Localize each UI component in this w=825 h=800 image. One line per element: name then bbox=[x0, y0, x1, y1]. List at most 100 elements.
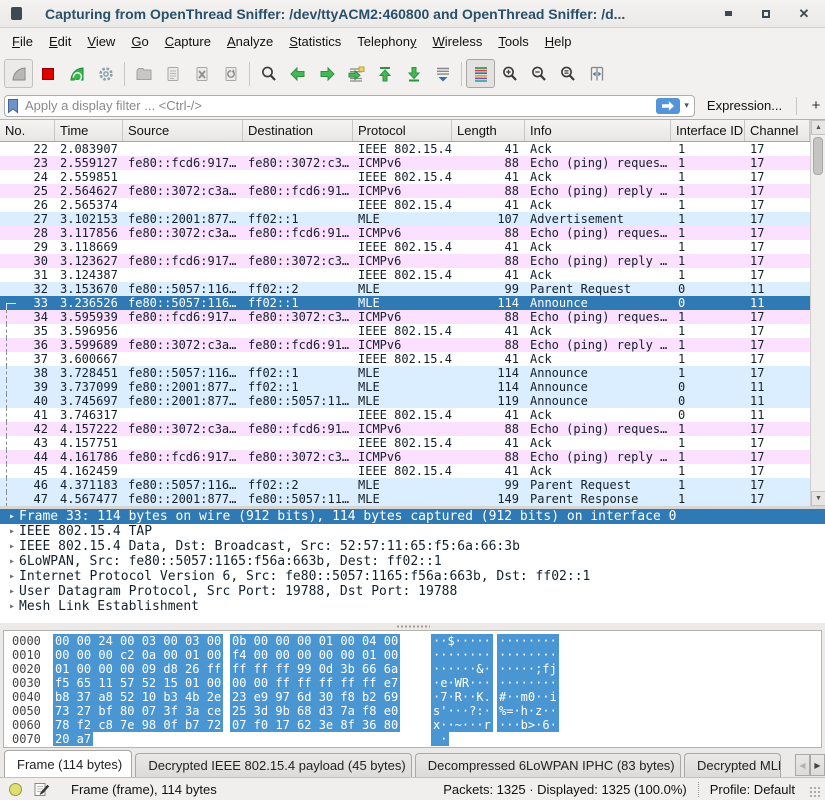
status-profile[interactable]: Profile: Default bbox=[710, 782, 795, 797]
close-button[interactable]: ✕ bbox=[797, 7, 811, 21]
tab-scroll-left-button[interactable]: ◀ bbox=[795, 754, 810, 776]
packet-row-41[interactable]: 413.746317IEEE 802.15.441Ack011 bbox=[0, 408, 825, 422]
packet-row-43[interactable]: 434.157751IEEE 802.15.441Ack117 bbox=[0, 436, 825, 450]
expander-triangle-icon[interactable]: ▸ bbox=[5, 554, 19, 569]
menu-tools[interactable]: Tools bbox=[490, 30, 536, 53]
packet-row-38[interactable]: 383.728451fe80::5057:116…ff02::1MLE114An… bbox=[0, 366, 825, 380]
hex-row-0000[interactable]: 000000 00 24 00 03 00 03 000b 00 00 00 0… bbox=[4, 634, 821, 648]
packet-row-47[interactable]: 474.567477fe80::2001:877…fe80::5057:11…M… bbox=[0, 492, 825, 506]
resize-grip[interactable] bbox=[809, 786, 822, 799]
expander-triangle-icon[interactable]: ▸ bbox=[5, 524, 19, 539]
detail-row-4[interactable]: ▸Internet Protocol Version 6, Src: fe80:… bbox=[0, 569, 825, 584]
go-back-button[interactable] bbox=[283, 59, 312, 88]
packet-row-44[interactable]: 444.161786fe80::fcd6:917…fe80::3072:c3…I… bbox=[0, 450, 825, 464]
column-header-protocol[interactable]: Protocol bbox=[353, 120, 452, 141]
menu-help[interactable]: Help bbox=[537, 30, 580, 53]
packet-row-28[interactable]: 283.117856fe80::3072:c3a…fe80::fcd6:91…I… bbox=[0, 226, 825, 240]
column-header-length[interactable]: Length bbox=[452, 120, 525, 141]
hex-row-0070[interactable]: 007020 a7 · bbox=[4, 732, 821, 746]
packet-list-scrollbar[interactable]: ▲ ▼ bbox=[810, 120, 825, 506]
menu-file[interactable]: File bbox=[4, 30, 41, 53]
zoom-reset-button[interactable] bbox=[553, 59, 582, 88]
bookmark-icon[interactable] bbox=[5, 97, 21, 115]
packet-row-26[interactable]: 262.565374IEEE 802.15.441Ack117 bbox=[0, 198, 825, 212]
add-filter-button[interactable]: + bbox=[807, 97, 825, 114]
go-first-button[interactable] bbox=[370, 59, 399, 88]
zoom-out-button[interactable] bbox=[524, 59, 553, 88]
zoom-in-button[interactable] bbox=[495, 59, 524, 88]
byte-view-tab-3[interactable]: Decrypted MLE bbox=[684, 753, 781, 777]
hex-row-0050[interactable]: 005073 27 bf 80 07 3f 3a ce25 3d 9b 68 d… bbox=[4, 704, 821, 718]
menu-analyze[interactable]: Analyze bbox=[219, 30, 281, 53]
detail-row-0[interactable]: ▸Frame 33: 114 bytes on wire (912 bits),… bbox=[0, 509, 825, 524]
comment-edit-icon[interactable] bbox=[34, 782, 49, 797]
packet-row-39[interactable]: 393.737099fe80::2001:877…ff02::1MLE114An… bbox=[0, 380, 825, 394]
minimize-button[interactable] bbox=[721, 7, 735, 21]
packet-row-27[interactable]: 273.102153fe80::2001:877…ff02::1MLE107Ad… bbox=[0, 212, 825, 226]
expression-button[interactable]: Expression... bbox=[707, 98, 782, 113]
scrollbar-down-arrow[interactable]: ▼ bbox=[811, 491, 825, 506]
packet-row-32[interactable]: 323.153670fe80::5057:116…ff02::2MLE99Par… bbox=[0, 282, 825, 296]
packet-row-33[interactable]: 333.236526fe80::5057:116…ff02::1MLE114An… bbox=[0, 296, 825, 310]
packet-row-46[interactable]: 464.371183fe80::5057:116…ff02::2MLE99Par… bbox=[0, 478, 825, 492]
packet-row-42[interactable]: 424.157222fe80::3072:c3a…fe80::fcd6:91…I… bbox=[0, 422, 825, 436]
packet-row-30[interactable]: 303.123627fe80::fcd6:917…fe80::3072:c3…I… bbox=[0, 254, 825, 268]
maximize-button[interactable] bbox=[759, 7, 773, 21]
menu-go[interactable]: Go bbox=[123, 30, 156, 53]
byte-view-tab-0[interactable]: Frame (114 bytes) bbox=[4, 750, 132, 777]
apply-filter-button[interactable] bbox=[656, 98, 680, 114]
display-filter-box[interactable]: ▾ bbox=[4, 95, 695, 117]
auto-scroll-button[interactable] bbox=[428, 59, 457, 88]
byte-view-tab-2[interactable]: Decompressed 6LoWPAN IPHC (83 bytes) bbox=[415, 753, 681, 777]
capture-options-button[interactable] bbox=[91, 59, 120, 88]
expert-info-icon[interactable] bbox=[9, 783, 22, 796]
expander-triangle-icon[interactable]: ▸ bbox=[5, 569, 19, 584]
find-packet-button[interactable] bbox=[254, 59, 283, 88]
packet-row-23[interactable]: 232.559127fe80::fcd6:917…fe80::3072:c3…I… bbox=[0, 156, 825, 170]
column-header-info[interactable]: Info bbox=[525, 120, 671, 141]
packet-row-25[interactable]: 252.564627fe80::3072:c3a…fe80::fcd6:91…I… bbox=[0, 184, 825, 198]
scrollbar-up-arrow[interactable]: ▲ bbox=[811, 120, 825, 135]
menu-edit[interactable]: Edit bbox=[41, 30, 79, 53]
expander-triangle-icon[interactable]: ▸ bbox=[5, 539, 19, 554]
colorize-button[interactable] bbox=[466, 59, 495, 88]
detail-row-6[interactable]: ▸Mesh Link Establishment bbox=[0, 599, 825, 614]
menu-wireless[interactable]: Wireless bbox=[425, 30, 491, 53]
column-header-no[interactable]: No. bbox=[0, 120, 55, 141]
detail-row-5[interactable]: ▸User Datagram Protocol, Src Port: 19788… bbox=[0, 584, 825, 599]
column-header-channel[interactable]: Channel bbox=[745, 120, 810, 141]
detail-row-3[interactable]: ▸6LoWPAN, Src: fe80::5057:1165:f56a:663b… bbox=[0, 554, 825, 569]
packet-row-40[interactable]: 403.745697fe80::2001:877…fe80::5057:11…M… bbox=[0, 394, 825, 408]
menu-view[interactable]: View bbox=[79, 30, 123, 53]
expander-triangle-icon[interactable]: ▸ bbox=[5, 509, 19, 524]
go-forward-button[interactable] bbox=[312, 59, 341, 88]
column-header-destination[interactable]: Destination bbox=[243, 120, 353, 141]
detail-row-1[interactable]: ▸IEEE 802.15.4 TAP bbox=[0, 524, 825, 539]
hex-row-0030[interactable]: 0030f5 65 11 57 52 15 01 0000 00 ff ff f… bbox=[4, 676, 821, 690]
resize-columns-button[interactable] bbox=[582, 59, 611, 88]
packet-row-37[interactable]: 373.600667IEEE 802.15.441Ack117 bbox=[0, 352, 825, 366]
scrollbar-thumb[interactable] bbox=[813, 137, 823, 175]
column-header-interface-id[interactable]: Interface ID bbox=[671, 120, 745, 141]
go-last-button[interactable] bbox=[399, 59, 428, 88]
packet-row-34[interactable]: 343.595939fe80::fcd6:917…fe80::3072:c3…I… bbox=[0, 310, 825, 324]
packet-row-24[interactable]: 242.559851IEEE 802.15.441Ack117 bbox=[0, 170, 825, 184]
hex-row-0040[interactable]: 0040b8 37 a8 52 10 b3 4b 2e23 e9 97 6d 3… bbox=[4, 690, 821, 704]
hex-row-0060[interactable]: 006078 f2 c8 7e 98 0f b7 7207 f0 17 62 3… bbox=[4, 718, 821, 732]
menu-telephony[interactable]: Telephony bbox=[349, 30, 424, 53]
hex-pane-splitter[interactable] bbox=[0, 623, 825, 630]
hex-row-0020[interactable]: 002001 00 00 00 09 d8 26 ffff ff ff 99 0… bbox=[4, 662, 821, 676]
packet-row-22[interactable]: 222.083907IEEE 802.15.441Ack117 bbox=[0, 142, 825, 156]
packet-row-36[interactable]: 363.599689fe80::3072:c3a…fe80::fcd6:91…I… bbox=[0, 338, 825, 352]
expander-triangle-icon[interactable]: ▸ bbox=[5, 584, 19, 599]
menu-statistics[interactable]: Statistics bbox=[281, 30, 349, 53]
capture-stop-button[interactable] bbox=[33, 59, 62, 88]
filter-history-caret[interactable]: ▾ bbox=[682, 100, 694, 111]
byte-view-tab-1[interactable]: Decrypted IEEE 802.15.4 payload (45 byte… bbox=[135, 753, 411, 777]
column-header-source[interactable]: Source bbox=[123, 120, 243, 141]
packet-row-31[interactable]: 313.124387IEEE 802.15.441Ack117 bbox=[0, 268, 825, 282]
packet-row-45[interactable]: 454.162459IEEE 802.15.441Ack117 bbox=[0, 464, 825, 478]
column-header-time[interactable]: Time bbox=[55, 120, 123, 141]
expander-triangle-icon[interactable]: ▸ bbox=[5, 599, 19, 614]
detail-row-2[interactable]: ▸IEEE 802.15.4 Data, Dst: Broadcast, Src… bbox=[0, 539, 825, 554]
